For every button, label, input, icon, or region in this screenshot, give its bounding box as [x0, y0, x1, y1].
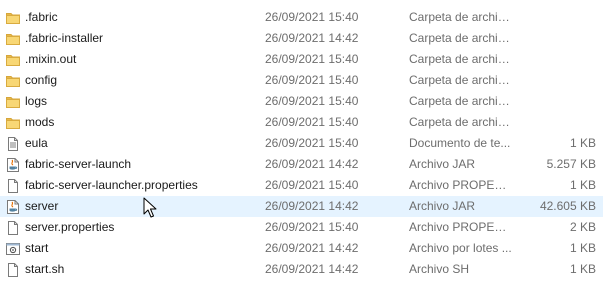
java-jar-icon [5, 157, 21, 173]
folder-icon [5, 52, 21, 68]
file-date-modified: 26/09/2021 15:40 [265, 52, 359, 66]
file-type: Carpeta de archivos [409, 115, 513, 129]
file-row[interactable]: mods 26/09/2021 15:40 Carpeta de archivos [0, 112, 603, 133]
file-size: 1 KB [569, 178, 596, 192]
file-name: .mixin.out [25, 52, 77, 66]
folder-icon [5, 31, 21, 47]
file-date-modified: 26/09/2021 15:40 [265, 73, 359, 87]
file-name: fabric-server-launch [25, 157, 132, 171]
file-row[interactable]: fabric-server-launcher.properties 26/09/2… [0, 175, 603, 196]
file-type: Archivo SH [409, 262, 470, 276]
blank-file-icon [5, 262, 21, 278]
file-name: fabric-server-launcher.properties [25, 178, 198, 192]
file-date-modified: 26/09/2021 15:40 [265, 115, 359, 129]
file-type: Carpeta de archivos [409, 52, 513, 66]
blank-file-icon [5, 220, 21, 236]
blank-file-icon [5, 178, 21, 194]
file-date-modified: 26/09/2021 14:42 [265, 241, 359, 255]
file-type: Archivo PROPERTI... [409, 178, 513, 192]
file-name: server.properties [25, 220, 115, 234]
file-row[interactable]: server.properties 26/09/2021 15:40 Archivo… [0, 217, 603, 238]
file-name: start.sh [25, 262, 65, 276]
file-name: eula [25, 136, 48, 150]
file-date-modified: 26/09/2021 14:42 [265, 262, 359, 276]
file-name: start [25, 241, 49, 255]
file-type: Documento de te... [409, 136, 511, 150]
file-type: Archivo por lotes ... [409, 241, 512, 255]
file-size: 1 KB [569, 262, 596, 276]
file-type: Archivo JAR [409, 157, 476, 171]
file-name: mods [25, 115, 55, 129]
file-type: Archivo JAR [409, 199, 476, 213]
file-row[interactable]: server 26/09/2021 14:42 Archivo JAR 42.605 … [0, 196, 603, 217]
java-jar-icon [5, 199, 21, 215]
file-name: server [25, 199, 59, 213]
file-type: Carpeta de archivos [409, 31, 513, 45]
file-row[interactable]: start.sh 26/09/2021 14:42 Archivo SH 1 KB [0, 259, 603, 280]
file-size: 5.257 KB [546, 157, 596, 171]
text-document-icon [5, 136, 21, 152]
file-row[interactable]: eula 26/09/2021 15:40 Documento de te... 1 … [0, 133, 603, 154]
file-date-modified: 26/09/2021 15:40 [265, 136, 359, 150]
file-row[interactable]: .fabric-installer 26/09/2021 14:42 Carpeta… [0, 28, 603, 49]
file-date-modified: 26/09/2021 15:40 [265, 10, 359, 24]
file-date-modified: 26/09/2021 15:40 [265, 178, 359, 192]
file-row[interactable]: .mixin.out 26/09/2021 15:40 Carpeta de arc… [0, 49, 603, 70]
file-date-modified: 26/09/2021 14:42 [265, 199, 359, 213]
file-name: config [25, 73, 58, 87]
file-size: 2 KB [569, 220, 596, 234]
file-size: 1 KB [569, 136, 596, 150]
file-name: logs [25, 94, 48, 108]
file-name: .fabric-installer [25, 31, 104, 45]
file-type: Carpeta de archivos [409, 10, 513, 24]
folder-icon [5, 10, 21, 26]
folder-icon [5, 94, 21, 110]
batch-file-icon [5, 241, 21, 257]
file-type: Carpeta de archivos [409, 73, 513, 87]
file-row[interactable]: start 26/09/2021 14:42 Archivo por lotes .… [0, 238, 603, 259]
file-type: Carpeta de archivos [409, 94, 513, 108]
file-size: 42.605 KB [539, 199, 596, 213]
file-name: .fabric [25, 10, 58, 24]
file-row[interactable]: .fabric 26/09/2021 15:40 Carpeta de archiv… [0, 7, 603, 28]
file-date-modified: 26/09/2021 14:42 [265, 157, 359, 171]
file-row[interactable]: logs 26/09/2021 15:40 Carpeta de archivos [0, 91, 603, 112]
file-list: .fabric 26/09/2021 15:40 Carpeta de archiv… [0, 7, 603, 280]
file-size: 1 KB [569, 241, 596, 255]
mouse-cursor-icon [143, 197, 157, 219]
file-date-modified: 26/09/2021 14:42 [265, 31, 359, 45]
file-row[interactable]: config 26/09/2021 15:40 Carpeta de archivo… [0, 70, 603, 91]
file-date-modified: 26/09/2021 15:40 [265, 94, 359, 108]
file-row[interactable]: fabric-server-launch 26/09/2021 14:42 Arch… [0, 154, 603, 175]
file-type: Archivo PROPERTI... [409, 220, 513, 234]
folder-icon [5, 115, 21, 131]
file-date-modified: 26/09/2021 15:40 [265, 220, 359, 234]
folder-icon [5, 73, 21, 89]
